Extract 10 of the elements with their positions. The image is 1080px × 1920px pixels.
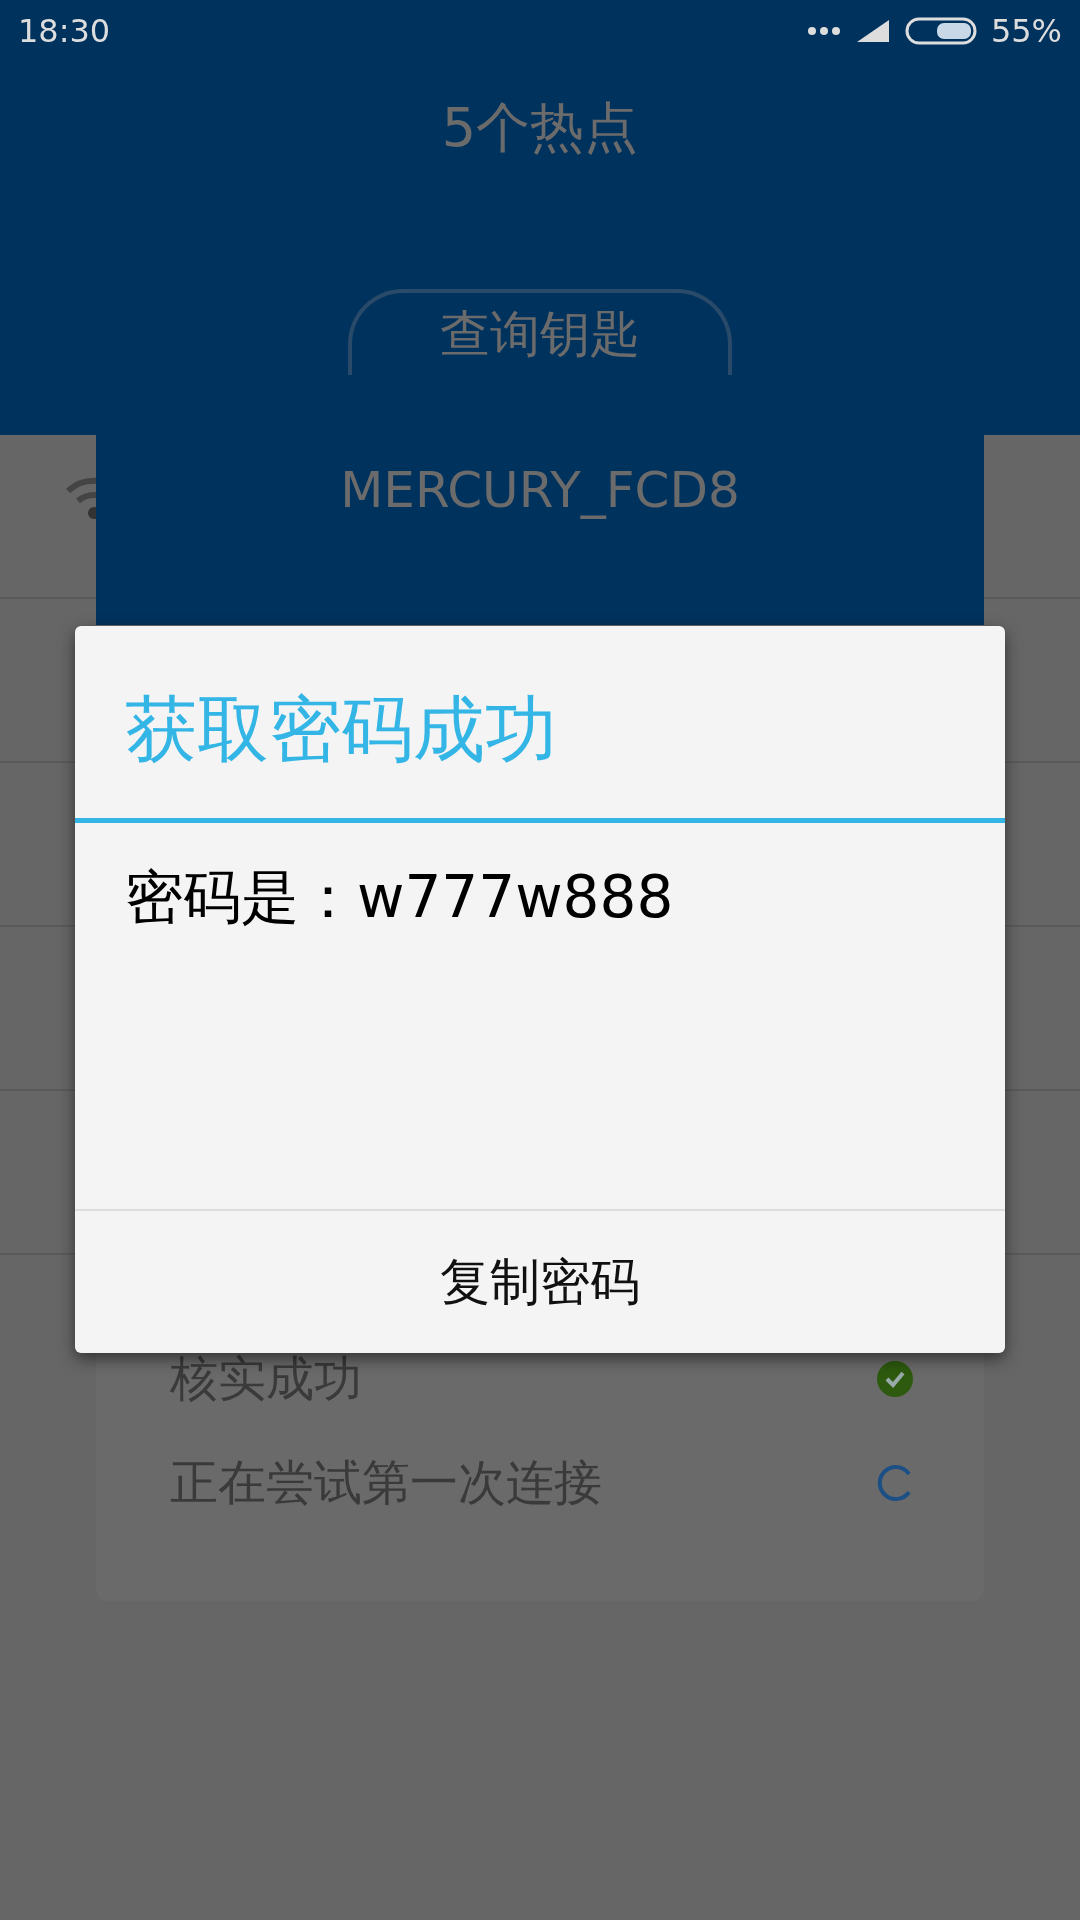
- dialog-title: 获取密码成功: [124, 686, 558, 773]
- password-message: 密码是：w777w888: [124, 862, 675, 933]
- copy-password-button[interactable]: 复制密码: [75, 1209, 1005, 1353]
- battery-icon: [904, 17, 977, 45]
- hotspot-count-title: 5个热点: [441, 95, 639, 161]
- hotspot-name: MERCURY_FCD8: [340, 461, 740, 519]
- battery-percent: 55%: [990, 12, 1062, 50]
- more-dots-icon: [806, 26, 841, 36]
- status-time: 18:30: [18, 12, 111, 50]
- check-icon: [876, 1360, 914, 1398]
